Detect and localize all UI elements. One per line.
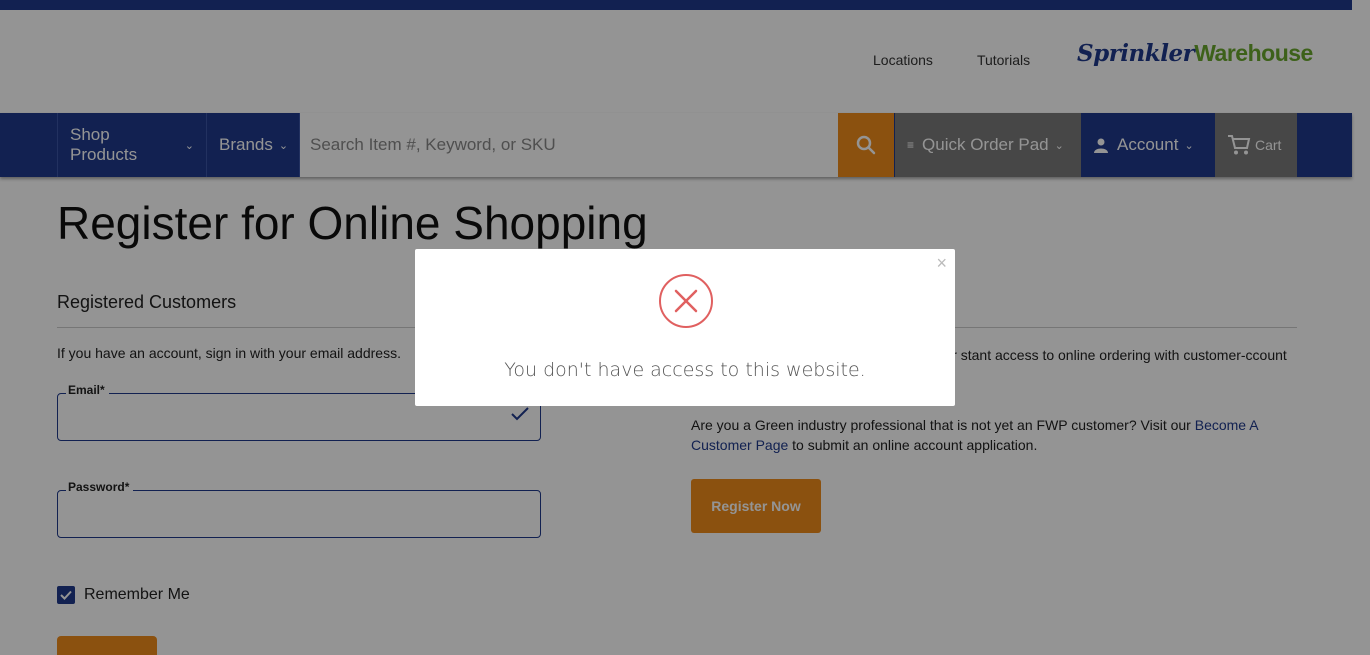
access-denied-modal: × You don't have access to this website. (415, 249, 955, 406)
close-icon[interactable]: × (936, 253, 947, 274)
modal-message: You don't have access to this website. (504, 359, 866, 381)
error-icon (659, 274, 713, 328)
